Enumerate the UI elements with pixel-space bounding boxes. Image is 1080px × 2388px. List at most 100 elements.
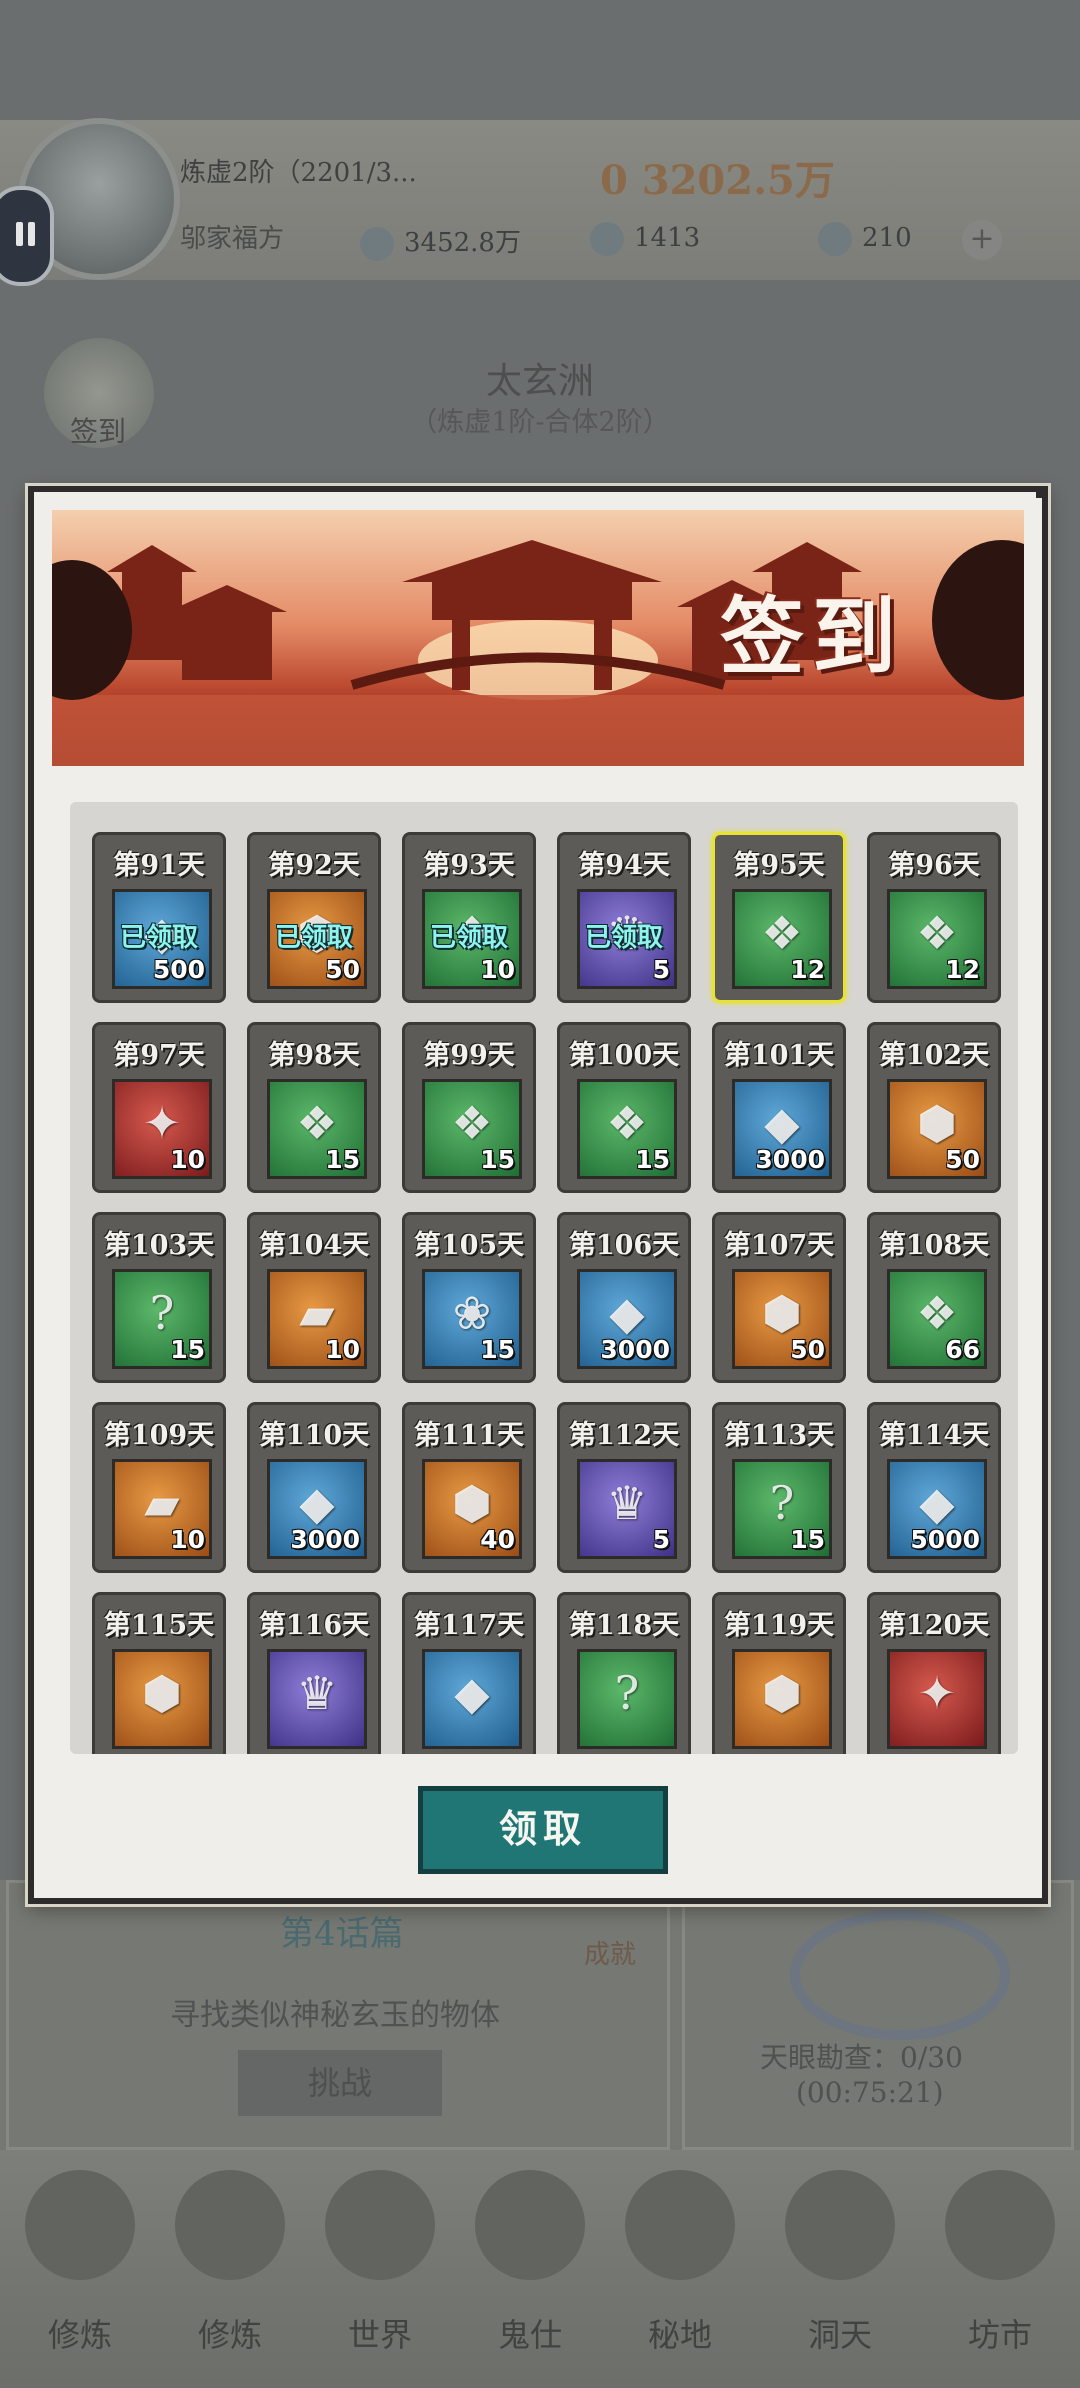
book-icon: ▰ [299,1286,335,1340]
ore-icon: ⬢ [761,1666,803,1720]
day-cell[interactable]: 第101天 ◆ 3000 [712,1022,846,1193]
day-label: 第97天 [113,1040,205,1071]
day-cell[interactable]: 第114天 ◆ 5000 [867,1402,1001,1573]
nav-item[interactable]: 秘地 [610,2170,750,2370]
day-cell[interactable]: 第100天 ❖ 15 [557,1022,691,1193]
reward-item: ▰ 10 [112,1459,212,1559]
day-cell[interactable]: 第99天 ❖ 15 [402,1022,536,1193]
reward-item: ? 15 [112,1269,212,1369]
pause-button[interactable] [0,186,54,286]
nav-item[interactable]: 修炼 [160,2170,300,2370]
nav-item[interactable]: 修炼 [10,2170,150,2370]
challenge-button[interactable]: 挑战 [238,2050,442,2116]
day-cell[interactable]: 第109天 ▰ 10 [92,1402,226,1573]
day-cell[interactable]: 第113天? 15 [712,1402,846,1573]
nav-icon [25,2170,135,2280]
player-rank: 炼虚2阶（2201/3... [180,158,417,188]
eye-timer: (00:75:21) [796,2076,944,2109]
day-label: 第107天 [723,1230,835,1261]
day-cell[interactable]: 第118天? [557,1592,691,1754]
day-cell[interactable]: 第119天 ⬢ [712,1592,846,1754]
claimed-label: 已领取 [584,923,663,953]
mystery-icon: ? [614,1666,640,1720]
reward-quantity: 15 [480,1335,515,1364]
reward-quantity: 15 [790,1525,825,1554]
day-cell[interactable]: 第108天 ❖ 66 [867,1212,1001,1383]
quest-title: 第4话篇 [280,1914,404,1954]
day-label: 第104天 [258,1230,370,1261]
day-label: 第101天 [723,1040,835,1071]
reward-quantity: 50 [325,955,360,984]
day-label: 第118天 [568,1610,680,1641]
day-label: 第99天 [423,1040,515,1071]
day-cell[interactable]: 第115天 ⬢ [92,1592,226,1754]
reward-item: ❖ 15 [267,1079,367,1179]
nav-item[interactable]: 鬼仕 [460,2170,600,2370]
crystal-icon: ◆ [919,1476,955,1530]
reward-quantity: 12 [790,955,825,984]
nav-item[interactable]: 世界 [310,2170,450,2370]
reward-item: ◆ 3000 [577,1269,677,1369]
reward-quantity: 500 [152,955,205,984]
scroll-icon: ✦ [142,1096,182,1150]
reward-item: ♛ 5 [577,1459,677,1559]
region-name: 太玄洲 [485,361,594,402]
reward-item: ? 15 [732,1459,832,1559]
jade-icon: ❖ [296,1096,338,1150]
reward-item: ⬢ 50 [887,1079,987,1179]
reward-quantity: 15 [325,1145,360,1174]
resource-token: 1413 [590,222,700,256]
day-label: 第91天 [113,850,205,881]
reward-quantity: 10 [480,955,515,984]
reward-quantity: 3000 [755,1145,825,1174]
day-cell[interactable]: 第110天 ◆ 3000 [247,1402,381,1573]
book-icon: ▰ [144,1476,180,1530]
mystery-icon: ? [769,1476,795,1530]
day-cell[interactable]: 第95天 ❖ 12 [712,832,846,1003]
region-range: （炼虚1阶-合体2阶） [410,407,670,438]
add-resource-button[interactable]: + [962,220,1002,260]
day-cell[interactable]: 第102天 ⬢ 50 [867,1022,1001,1193]
day-cell[interactable]: 第93天 ❖ 10 已领取 [402,832,536,1003]
day-cell[interactable]: 第116天 ♛ [247,1592,381,1754]
eye-progress: 天眼勘查：0/30 [760,2041,963,2074]
reward-quantity: 5 [652,955,670,984]
achievement-badge[interactable]: 成就 [584,1934,636,1971]
day-cell[interactable]: 第107天 ⬢ 50 [712,1212,846,1383]
spirit-stone-icon [360,227,394,261]
reward-quantity: 5 [652,1525,670,1554]
resource-gem: 210 [818,222,912,256]
day-cell[interactable]: 第112天 ♛ 5 [557,1402,691,1573]
claim-button[interactable]: 领取 [418,1786,668,1874]
day-cell[interactable]: 第98天 ❖ 15 [247,1022,381,1193]
day-cell[interactable]: 第97天 ✦ 10 [92,1022,226,1193]
jade-icon: ❖ [916,906,958,960]
day-cell[interactable]: 第96天 ❖ 12 [867,832,1001,1003]
nav-item[interactable]: 坊市 [930,2170,1070,2370]
nav-item[interactable]: 洞天 [770,2170,910,2370]
claimed-label: 已领取 [119,923,198,953]
reward-quantity: 10 [170,1145,205,1174]
day-cell[interactable]: 第106天 ◆ 3000 [557,1212,691,1383]
day-label: 第108天 [878,1230,990,1261]
day-cell[interactable]: 第111天 ⬢ 40 [402,1402,536,1573]
day-cell[interactable]: 第103天? 15 [92,1212,226,1383]
day-cell[interactable]: 第117天 ◆ [402,1592,536,1754]
day-cell[interactable]: 第105天 ❀ 15 [402,1212,536,1383]
reward-item: ❖ 12 [732,889,832,989]
reward-quantity: 15 [635,1145,670,1174]
reward-item: ❀ 15 [422,1269,522,1369]
crystal-icon: ◆ [454,1666,490,1720]
reward-item: ⬢ [112,1649,212,1749]
day-cell[interactable]: 第91天 ◆ 500 已领取 [92,832,226,1003]
day-label: 第109天 [103,1420,215,1451]
banner: 签到 [52,510,1024,766]
day-cell[interactable]: 第120天 ✦ [867,1592,1001,1754]
day-cell[interactable]: 第104天 ▰ 10 [247,1212,381,1383]
ore-icon: ⬢ [761,1286,803,1340]
reward-grid-panel[interactable]: 第91天 ◆ 500 已领取 第92天 ⬢ 50 已领取 第93天 ❖ 10 已领取 第94天 ♛ 5 已领取… [70,802,1018,1754]
sign-in-dialog: 签到 第91天 ◆ 500 已领取 第92天 ⬢ 50 已领取 第93天 ❖ 10 已领取 第94天 ♛ 5… [28,486,1048,1904]
day-cell[interactable]: 第94天 ♛ 5 已领取 [557,832,691,1003]
day-cell[interactable]: 第92天 ⬢ 50 已领取 [247,832,381,1003]
jade-icon: ❖ [916,1286,958,1340]
